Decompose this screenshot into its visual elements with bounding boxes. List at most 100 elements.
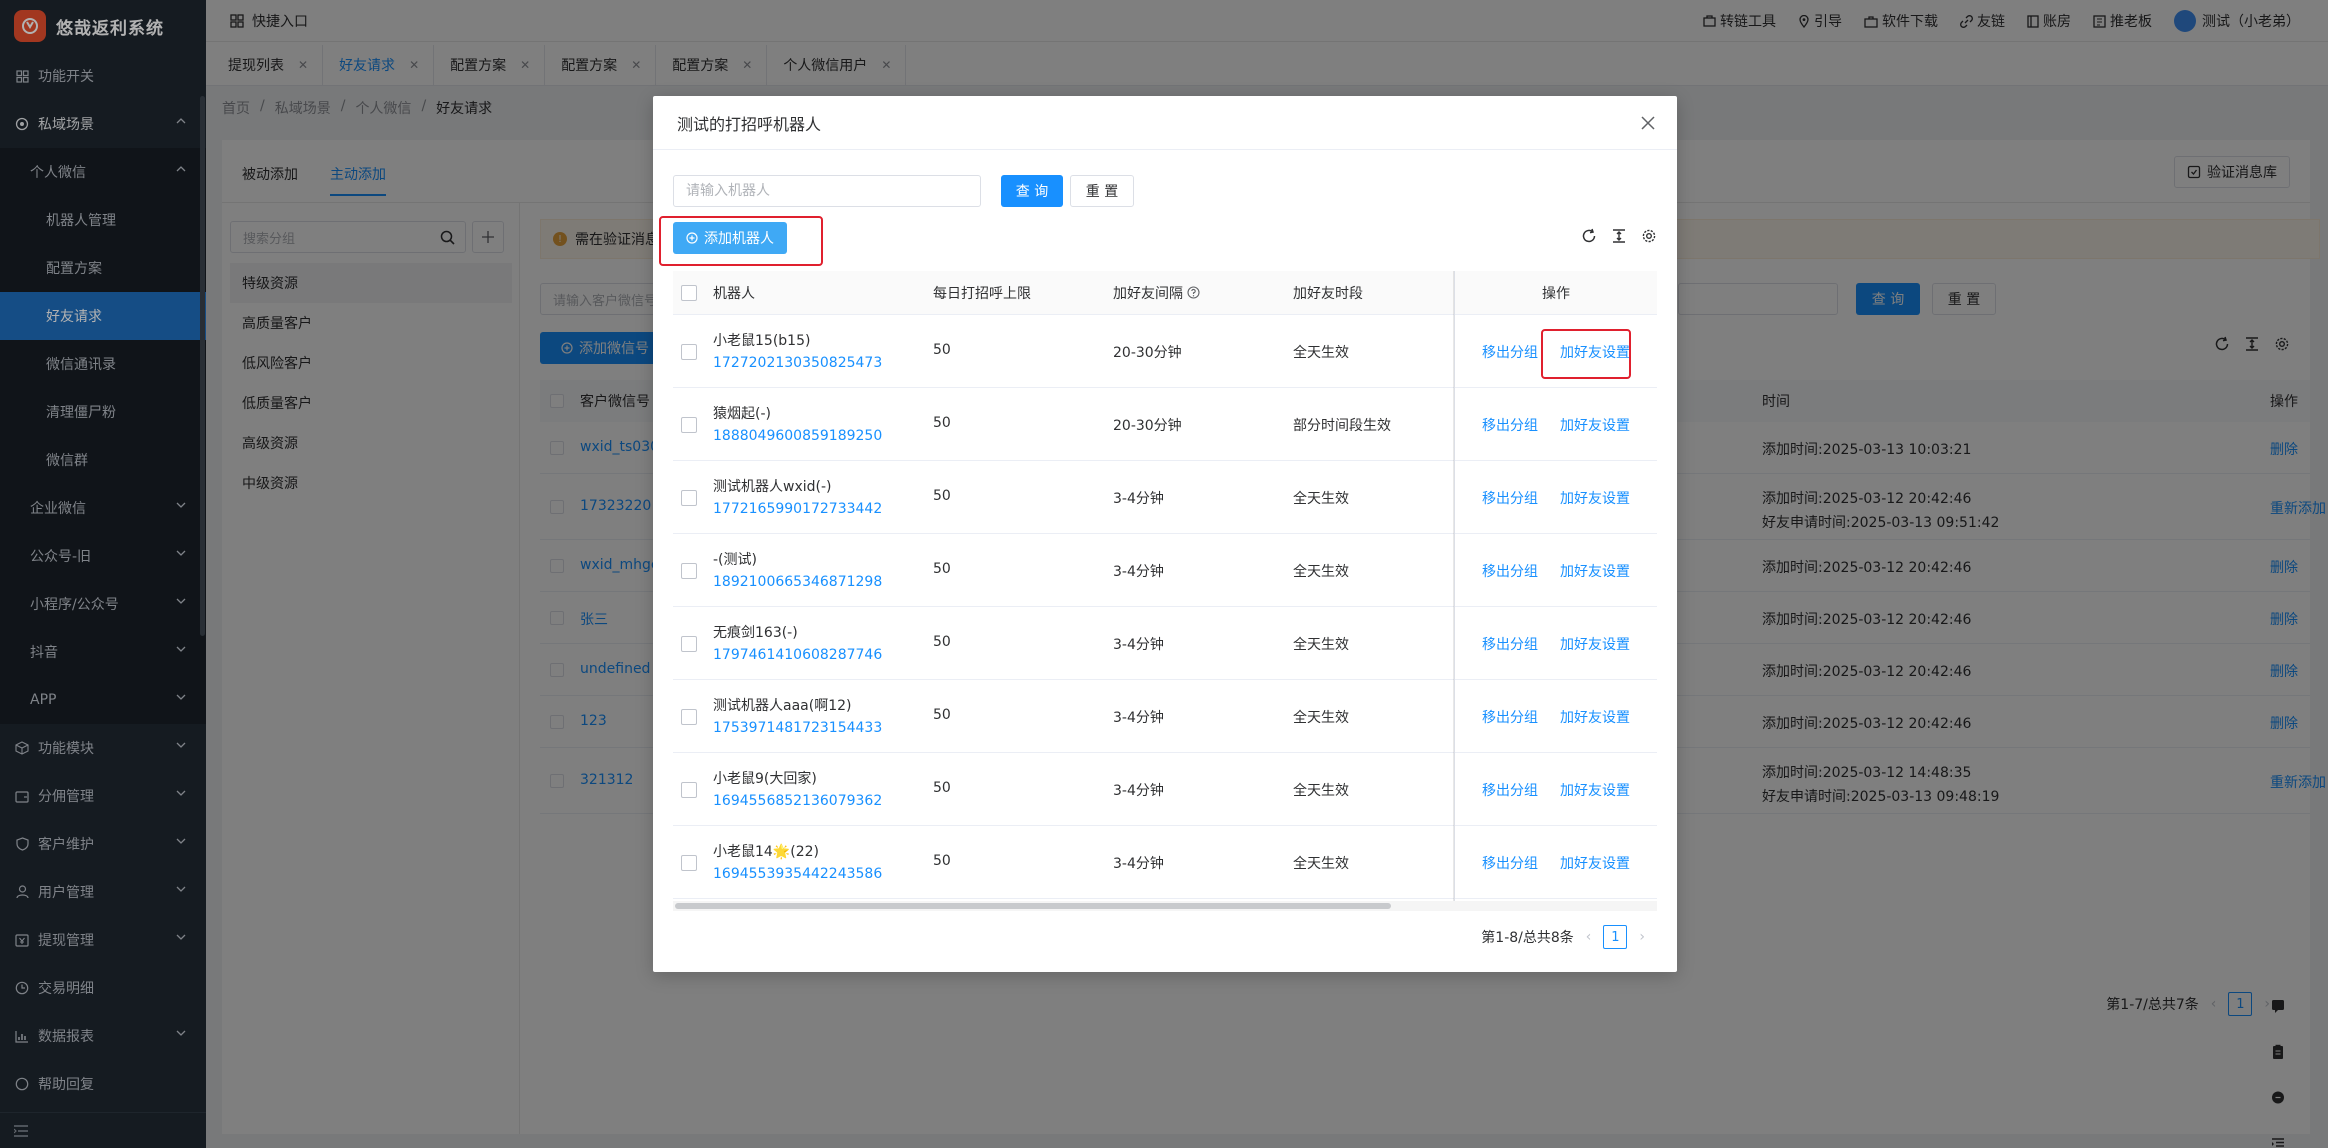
plus-circle-icon bbox=[686, 232, 698, 244]
time-segment: 全天生效 bbox=[1293, 783, 1349, 799]
robot-name: 测试机器人wxid(-) bbox=[713, 479, 832, 495]
row-checkbox[interactable] bbox=[681, 417, 697, 433]
time-segment: 部分时间段生效 bbox=[1293, 418, 1391, 434]
close-icon[interactable] bbox=[1641, 116, 1655, 130]
daily-limit: 50 bbox=[933, 634, 951, 650]
modal-title: 测试的打招呼机器人 bbox=[653, 96, 1677, 150]
select-all-checkbox[interactable] bbox=[681, 285, 697, 301]
robot-table-header: 机器人 每日打招呼上限 加好友间隔 加好友时段 操作 bbox=[673, 271, 1657, 315]
row-checkbox[interactable] bbox=[681, 636, 697, 652]
robot-name: 猿烟起(-) bbox=[713, 406, 771, 422]
row-actions: 移出分组 加好友设置 bbox=[1455, 461, 1657, 534]
daily-limit: 50 bbox=[933, 561, 951, 577]
time-segment: 全天生效 bbox=[1293, 856, 1349, 872]
friend-setting-link[interactable]: 加好友设置 bbox=[1560, 488, 1630, 508]
time-segment: 全天生效 bbox=[1293, 345, 1349, 361]
friend-setting-link[interactable]: 加好友设置 bbox=[1560, 853, 1630, 873]
row-checkbox[interactable] bbox=[681, 855, 697, 871]
row-checkbox[interactable] bbox=[681, 709, 697, 725]
fixed-column-divider bbox=[1454, 271, 1455, 901]
robot-table: 机器人 每日打招呼上限 加好友间隔 加好友时段 操作 小老鼠15(b15) 172… bbox=[673, 271, 1657, 901]
robot-id-link[interactable]: 1797461410608287746 bbox=[713, 647, 882, 663]
row-actions: 移出分组 加好友设置 bbox=[1455, 607, 1657, 680]
time-segment: 全天生效 bbox=[1293, 491, 1349, 507]
robot-row: 小老鼠14🌟(22) 1694553935442243586 50 3-4分钟 全天生效… bbox=[673, 826, 1657, 899]
time-segment: 全天生效 bbox=[1293, 564, 1349, 580]
col-robot: 机器人 bbox=[713, 285, 755, 302]
daily-limit: 50 bbox=[933, 853, 951, 869]
robot-name: 无痕剑163(-) bbox=[713, 625, 798, 641]
next-page-icon[interactable]: › bbox=[1639, 929, 1645, 945]
friend-setting-link[interactable]: 加好友设置 bbox=[1560, 634, 1630, 654]
friend-setting-link[interactable]: 加好友设置 bbox=[1560, 415, 1630, 435]
row-actions: 移出分组 加好友设置 bbox=[1455, 753, 1657, 826]
col-time-segment: 加好友时段 bbox=[1293, 285, 1363, 302]
row-checkbox[interactable] bbox=[681, 782, 697, 798]
move-out-group-link[interactable]: 移出分组 bbox=[1482, 853, 1538, 873]
help-circle-icon[interactable] bbox=[1187, 286, 1200, 299]
row-actions: 移出分组 加好友设置 bbox=[1455, 388, 1657, 461]
robot-search-input[interactable] bbox=[673, 175, 981, 207]
horizontal-scrollbar[interactable] bbox=[675, 903, 1391, 909]
friend-setting-link[interactable]: 加好友设置 bbox=[1560, 342, 1630, 362]
robot-row: 小老鼠9(大回家) 1694556852136079362 50 3-4分钟 全天生效 移… bbox=[673, 753, 1657, 826]
robot-id-link[interactable]: 1694553935442243586 bbox=[713, 866, 882, 882]
robot-row: 无痕剑163(-) 1797461410608287746 50 3-4分钟 全天生效 移… bbox=[673, 607, 1657, 680]
col-operation: 操作 bbox=[1542, 285, 1570, 302]
modal-query-button[interactable]: 查 询 bbox=[1001, 175, 1063, 207]
robot-id-link[interactable]: 1694556852136079362 bbox=[713, 793, 882, 809]
robot-name: 测试机器人aaa(啊12) bbox=[713, 698, 852, 714]
prev-page-icon[interactable]: ‹ bbox=[1586, 929, 1592, 945]
robot-id-link[interactable]: 1772165990172733442 bbox=[713, 501, 882, 517]
column-height-icon[interactable] bbox=[1611, 228, 1627, 244]
friend-setting-link[interactable]: 加好友设置 bbox=[1560, 561, 1630, 581]
sidebar-overlay bbox=[0, 0, 206, 1148]
daily-limit: 50 bbox=[933, 780, 951, 796]
modal-reset-button[interactable]: 重 置 bbox=[1070, 175, 1134, 207]
robot-row: 测试机器人wxid(-) 1772165990172733442 50 3-4分钟 全天… bbox=[673, 461, 1657, 534]
time-segment: 全天生效 bbox=[1293, 710, 1349, 726]
add-robot-button[interactable]: 添加机器人 bbox=[673, 222, 787, 254]
robot-name: 小老鼠14🌟(22) bbox=[713, 844, 819, 860]
robot-id-link[interactable]: 1888049600859189250 bbox=[713, 428, 882, 444]
move-out-group-link[interactable]: 移出分组 bbox=[1482, 634, 1538, 654]
robot-name: -(测试) bbox=[713, 552, 757, 568]
move-out-group-link[interactable]: 移出分组 bbox=[1482, 707, 1538, 727]
row-actions: 移出分组 加好友设置 bbox=[1455, 680, 1657, 753]
daily-limit: 50 bbox=[933, 415, 951, 431]
row-actions: 移出分组 加好友设置 bbox=[1455, 826, 1657, 899]
col-interval: 加好友间隔 bbox=[1113, 283, 1200, 303]
add-interval: 3-4分钟 bbox=[1113, 783, 1164, 799]
robot-name: 小老鼠9(大回家) bbox=[713, 771, 817, 787]
row-checkbox[interactable] bbox=[681, 563, 697, 579]
robot-row: -(测试) 1892100665346871298 50 3-4分钟 全天生效 移出分组 加… bbox=[673, 534, 1657, 607]
move-out-group-link[interactable]: 移出分组 bbox=[1482, 415, 1538, 435]
row-checkbox[interactable] bbox=[681, 344, 697, 360]
robot-modal: 测试的打招呼机器人 查 询 重 置 添加机器人 机器人 每日打招呼上限 加好友间… bbox=[653, 96, 1677, 972]
page-number[interactable]: 1 bbox=[1603, 925, 1628, 949]
pagination-total: 第1-8/总共8条 bbox=[1481, 930, 1574, 946]
daily-limit: 50 bbox=[933, 707, 951, 723]
col-daily-limit: 每日打招呼上限 bbox=[933, 285, 1031, 302]
row-actions: 移出分组 加好友设置 bbox=[1455, 315, 1657, 388]
robot-id-link[interactable]: 1892100665346871298 bbox=[713, 574, 882, 590]
friend-setting-link[interactable]: 加好友设置 bbox=[1560, 707, 1630, 727]
friend-setting-link[interactable]: 加好友设置 bbox=[1560, 780, 1630, 800]
move-out-group-link[interactable]: 移出分组 bbox=[1482, 488, 1538, 508]
add-interval: 3-4分钟 bbox=[1113, 564, 1164, 580]
move-out-group-link[interactable]: 移出分组 bbox=[1482, 561, 1538, 581]
modal-pagination: 第1-8/总共8条 ‹ 1 › bbox=[1481, 925, 1645, 949]
add-interval: 3-4分钟 bbox=[1113, 637, 1164, 653]
refresh-icon[interactable] bbox=[1581, 228, 1597, 244]
robot-table-body: 小老鼠15(b15) 1727202130350825473 50 20-30分钟 全天… bbox=[673, 315, 1657, 899]
row-checkbox[interactable] bbox=[681, 490, 697, 506]
move-out-group-link[interactable]: 移出分组 bbox=[1482, 342, 1538, 362]
add-interval: 20-30分钟 bbox=[1113, 345, 1182, 361]
add-interval: 3-4分钟 bbox=[1113, 856, 1164, 872]
settings-icon[interactable] bbox=[1641, 228, 1657, 244]
move-out-group-link[interactable]: 移出分组 bbox=[1482, 780, 1538, 800]
robot-row: 猿烟起(-) 1888049600859189250 50 20-30分钟 部分时间段生… bbox=[673, 388, 1657, 461]
robot-id-link[interactable]: 1727202130350825473 bbox=[713, 355, 882, 371]
robot-id-link[interactable]: 1753971481723154433 bbox=[713, 720, 882, 736]
row-actions: 移出分组 加好友设置 bbox=[1455, 534, 1657, 607]
